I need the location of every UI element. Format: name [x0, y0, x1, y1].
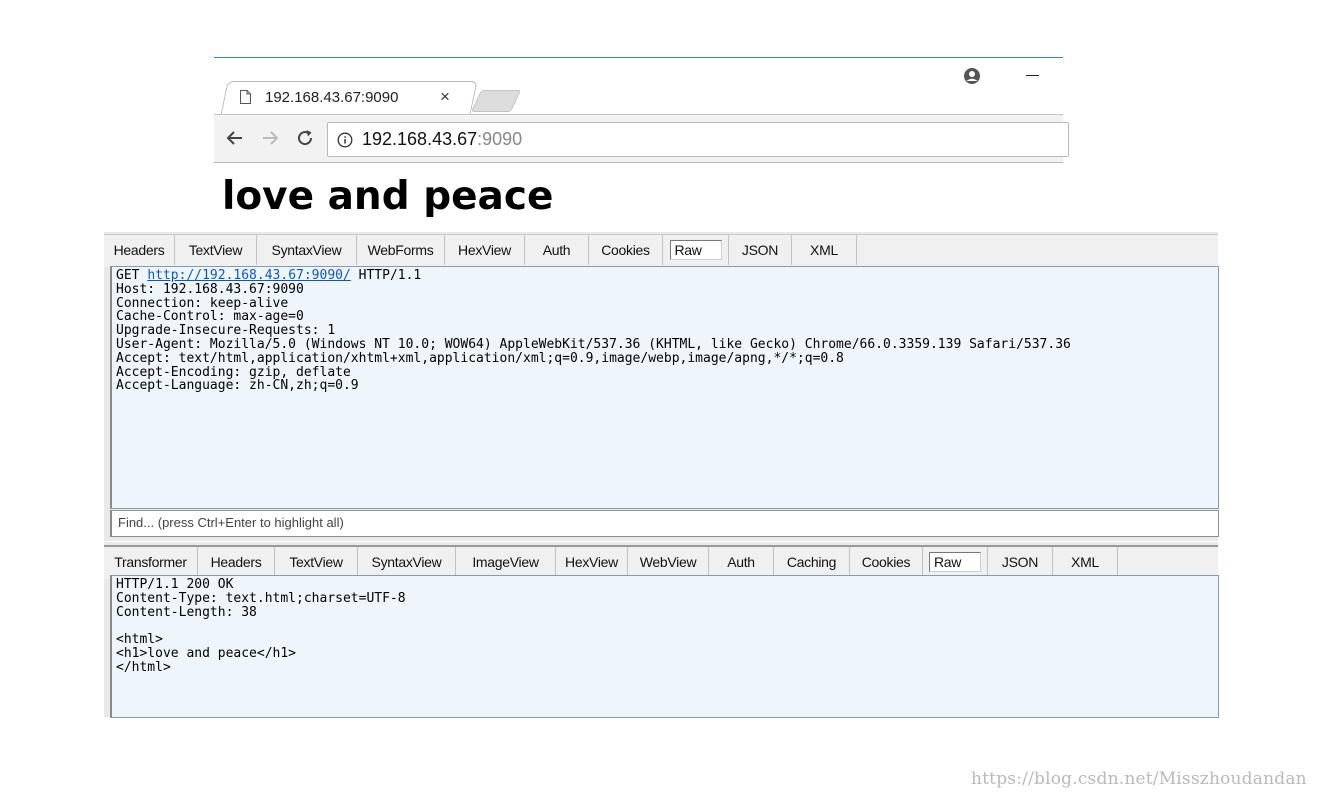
response-tab-imageview[interactable]: ImageView [456, 547, 556, 577]
profile-icon[interactable] [963, 67, 981, 85]
request-headers: Host: 192.168.43.67:9090 Connection: kee… [116, 281, 1071, 394]
response-tab-raw[interactable]: Raw [923, 547, 988, 577]
url-port: :9090 [477, 129, 523, 149]
url-host: 192.168.43.67 [362, 129, 478, 149]
response-tab-hexview[interactable]: HexView [556, 547, 628, 577]
back-icon[interactable] [224, 127, 246, 149]
request-tab-json[interactable]: JSON [729, 235, 792, 265]
address-bar[interactable]: 192.168.43.67:9090 [327, 122, 1069, 157]
request-inspector: Headers TextView SyntaxView WebForms Hex… [104, 232, 1219, 541]
watermark: https://blog.csdn.net/Misszhoudandan [971, 769, 1307, 789]
browser-window: 192.168.43.67:9090 × 192.168.43.67:9090 [214, 57, 1069, 167]
request-method: GET [116, 268, 148, 283]
tab-close-icon[interactable]: × [440, 87, 450, 107]
url-text[interactable]: 192.168.43.67:9090 [362, 129, 522, 150]
request-tab-cookies[interactable]: Cookies [589, 235, 663, 265]
response-tab-transformer[interactable]: Transformer [104, 547, 198, 577]
info-icon[interactable] [337, 132, 353, 148]
page-heading: love and peace [222, 174, 554, 219]
response-tab-xml[interactable]: XML [1053, 547, 1118, 577]
response-tab-caching[interactable]: Caching [774, 547, 850, 577]
request-tabstrip: Headers TextView SyntaxView WebForms Hex… [104, 234, 1218, 267]
request-tab-textview[interactable]: TextView [175, 235, 257, 265]
page-icon [240, 90, 251, 104]
find-bar[interactable] [110, 510, 1219, 537]
tab-title: 192.168.43.67:9090 [265, 89, 399, 106]
request-url-link[interactable]: http://192.168.43.67:9090/ [147, 268, 351, 283]
request-tab-hexview[interactable]: HexView [445, 235, 525, 265]
request-tab-auth[interactable]: Auth [525, 235, 589, 265]
response-tab-headers[interactable]: Headers [198, 547, 275, 577]
request-protocol: HTTP/1.1 [350, 268, 422, 283]
response-tab-textview[interactable]: TextView [275, 547, 358, 577]
response-tab-cookies[interactable]: Cookies [850, 547, 923, 577]
request-tab-headers[interactable]: Headers [104, 235, 175, 265]
request-tab-xml[interactable]: XML [792, 235, 857, 265]
minimize-icon[interactable] [1026, 75, 1039, 76]
request-tab-webforms[interactable]: WebForms [357, 235, 445, 265]
find-input[interactable] [112, 511, 1208, 534]
response-tab-webview[interactable]: WebView [628, 547, 709, 577]
response-tabstrip: Transformer Headers TextView SyntaxView … [104, 545, 1218, 579]
response-tab-syntaxview[interactable]: SyntaxView [358, 547, 456, 577]
response-raw-text[interactable]: HTTP/1.1 200 OK Content-Type: text.html;… [110, 575, 1219, 718]
browser-toolbar: 192.168.43.67:9090 [214, 114, 1069, 163]
response-body: HTTP/1.1 200 OK Content-Type: text.html;… [116, 577, 406, 675]
forward-icon[interactable] [259, 127, 281, 149]
new-tab-button[interactable] [470, 90, 522, 112]
response-tab-json[interactable]: JSON [988, 547, 1053, 577]
response-tab-auth[interactable]: Auth [709, 547, 774, 577]
request-raw-text[interactable]: GET http://192.168.43.67:9090/ HTTP/1.1 … [110, 266, 1219, 509]
request-tab-syntaxview[interactable]: SyntaxView [257, 235, 357, 265]
reload-icon[interactable] [294, 127, 316, 149]
browser-tab[interactable]: 192.168.43.67:9090 × [236, 81, 466, 114]
window-top-border [214, 57, 1063, 58]
response-inspector: Transformer Headers TextView SyntaxView … [104, 542, 1219, 718]
request-tab-raw[interactable]: Raw [663, 235, 729, 265]
